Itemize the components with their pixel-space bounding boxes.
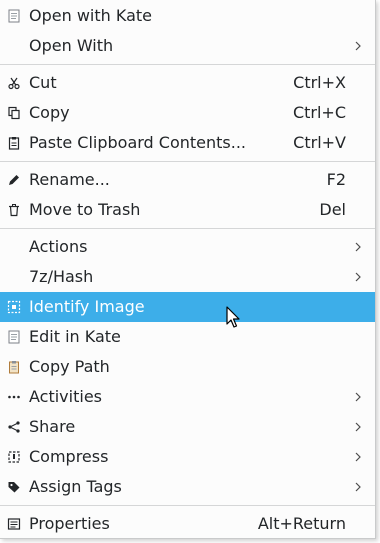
menu-item-label: Share: [29, 417, 76, 436]
menu-item-label: Paste Clipboard Contents...: [29, 133, 247, 152]
menu-item-move-to-trash[interactable]: Move to Trash Del: [0, 195, 375, 225]
menu-item-shortcut: Alt+Return: [257, 514, 346, 533]
menu-item-shortcut: F2: [326, 170, 346, 189]
menu-item-label: Open with Kate: [29, 6, 152, 25]
chevron-right-icon: [354, 452, 362, 462]
scissors-icon: [7, 76, 21, 90]
menu-item-open-with-kate[interactable]: Open with Kate: [0, 1, 375, 31]
chevron-right-icon: [354, 41, 362, 51]
chevron-right-icon: [354, 242, 362, 252]
kate-document-icon: [7, 9, 21, 23]
menu-item-shortcut: Ctrl+C: [292, 103, 346, 122]
trash-icon: [7, 203, 21, 217]
compress-icon: [7, 450, 21, 464]
menu-item-label: Properties: [29, 514, 110, 533]
menu-item-copy-path[interactable]: Copy Path: [0, 352, 375, 382]
menu-item-shortcut: Ctrl+V: [293, 133, 346, 152]
mouse-pointer-icon: [226, 306, 242, 330]
menu-separator: [0, 64, 375, 65]
menu-item-label: Move to Trash: [29, 200, 141, 219]
menu-item-assign-tags[interactable]: Assign Tags: [0, 472, 375, 502]
menu-item-compress[interactable]: Compress: [0, 442, 375, 472]
menu-item-label: 7z/Hash: [29, 267, 94, 286]
menu-item-properties[interactable]: Properties Alt+Return: [0, 509, 375, 539]
kate-document-icon: [7, 330, 21, 344]
menu-item-label: Compress: [29, 447, 109, 466]
identify-image-icon: [7, 300, 21, 314]
tag-icon: [7, 480, 21, 494]
menu-separator: [0, 228, 375, 229]
menu-item-label: Actions: [29, 237, 88, 256]
menu-item-shortcut: Ctrl+X: [293, 73, 346, 92]
chevron-right-icon: [354, 272, 362, 282]
menu-item-label: Rename...: [29, 170, 110, 189]
menu-item-label: Copy Path: [29, 357, 110, 376]
clipboard-icon: [7, 360, 21, 374]
menu-item-edit-in-kate[interactable]: Edit in Kate: [0, 322, 375, 352]
menu-item-activities[interactable]: Activities: [0, 382, 375, 412]
pencil-icon: [7, 173, 21, 187]
menu-item-label: Cut: [29, 73, 57, 92]
properties-icon: [7, 517, 21, 531]
menu-item-label: Edit in Kate: [29, 327, 121, 346]
menu-item-paste[interactable]: Paste Clipboard Contents... Ctrl+V: [0, 128, 375, 158]
share-icon: [7, 420, 21, 434]
menu-item-shortcut: Del: [319, 200, 346, 219]
context-menu: Open with Kate Open With Cut Ctrl+X Copy…: [0, 0, 376, 539]
copy-icon: [7, 106, 21, 120]
menu-item-open-with[interactable]: Open With: [0, 31, 375, 61]
menu-item-identify-image[interactable]: Identify Image: [0, 292, 375, 322]
chevron-right-icon: [354, 482, 362, 492]
menu-item-label: Activities: [29, 387, 102, 406]
menu-item-rename[interactable]: Rename... F2: [0, 165, 375, 195]
menu-item-copy[interactable]: Copy Ctrl+C: [0, 98, 375, 128]
menu-separator: [0, 505, 375, 506]
menu-item-share[interactable]: Share: [0, 412, 375, 442]
menu-item-actions[interactable]: Actions: [0, 232, 375, 262]
menu-separator: [0, 161, 375, 162]
menu-item-7z-hash[interactable]: 7z/Hash: [0, 262, 375, 292]
menu-item-label: Open With: [29, 36, 114, 55]
menu-item-label: Identify Image: [29, 297, 145, 316]
chevron-right-icon: [354, 422, 362, 432]
menu-item-label: Copy: [29, 103, 70, 122]
chevron-right-icon: [354, 392, 362, 402]
paste-icon: [7, 136, 21, 150]
dots-icon: [7, 390, 21, 404]
menu-item-label: Assign Tags: [29, 477, 122, 496]
menu-item-cut[interactable]: Cut Ctrl+X: [0, 68, 375, 98]
